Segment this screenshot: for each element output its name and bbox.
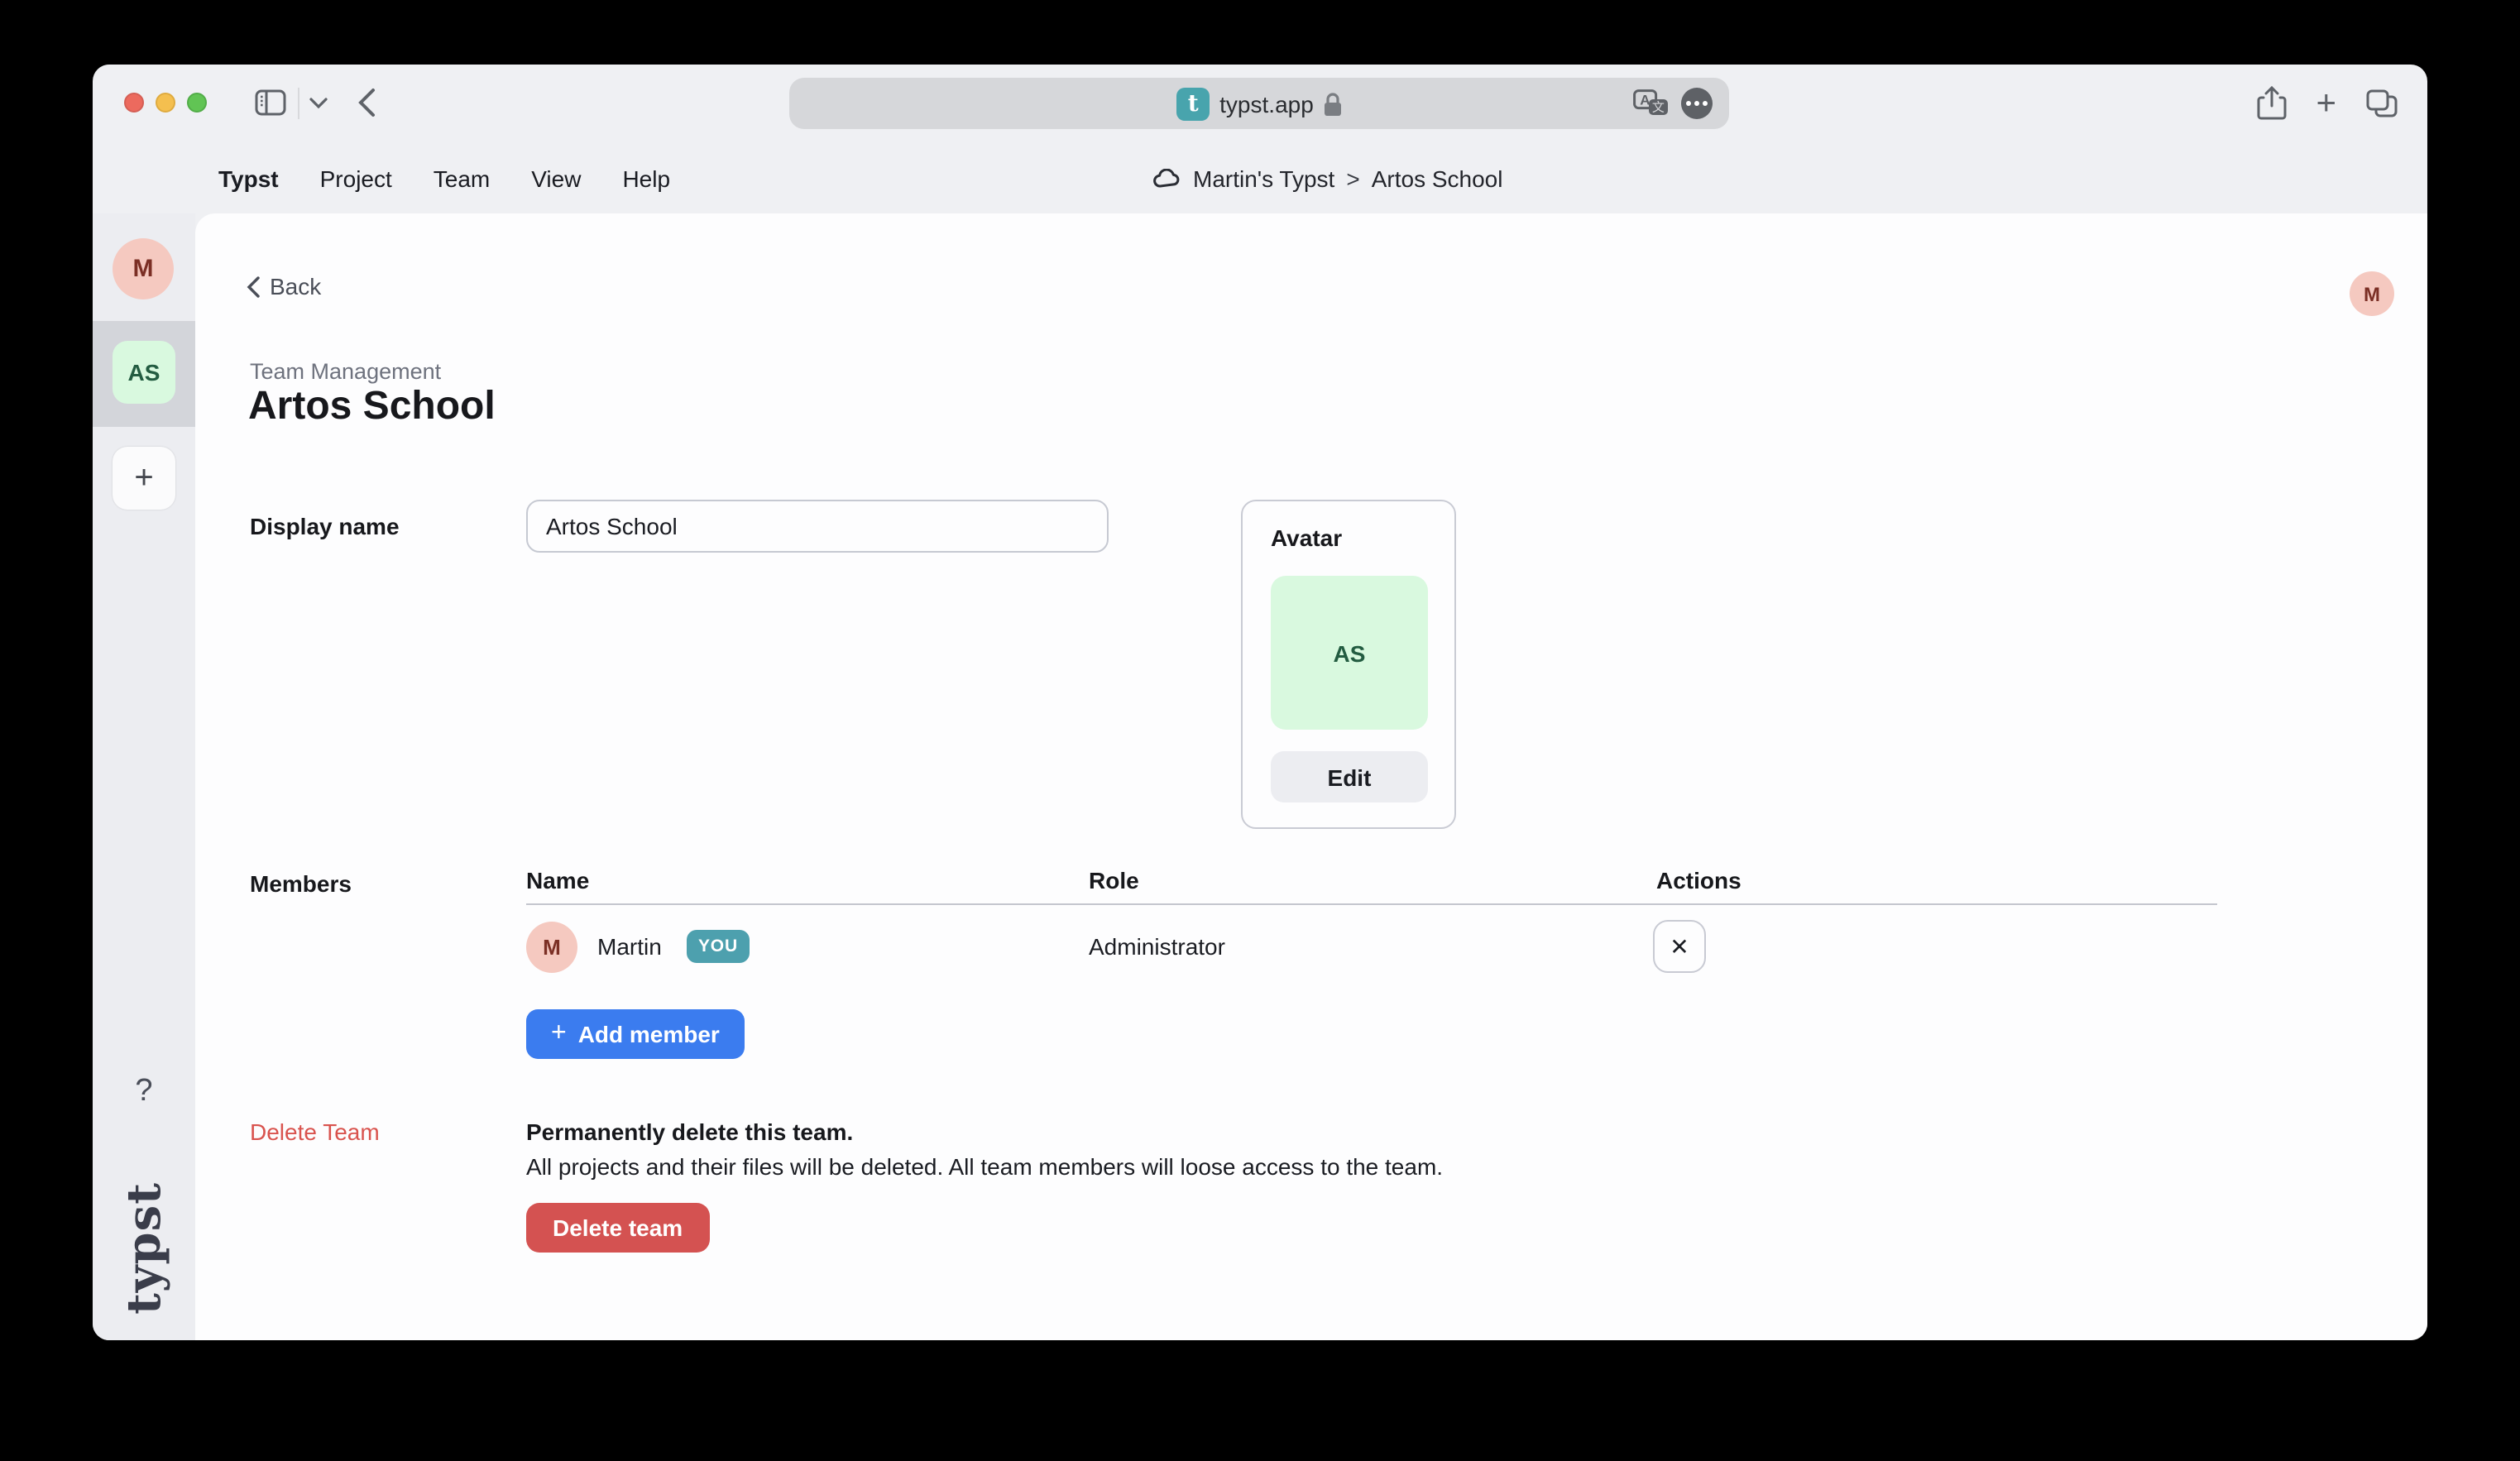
toolbar-divider	[298, 88, 299, 119]
back-button[interactable]: Back	[247, 273, 321, 299]
menu-typst[interactable]: Typst	[218, 165, 279, 191]
translate-icon[interactable]: A 文	[1633, 89, 1670, 117]
you-badge: YOU	[687, 930, 750, 963]
display-name-input[interactable]	[526, 500, 1109, 553]
tab-overview-icon[interactable]	[2366, 89, 2398, 117]
account-avatar[interactable]: M	[2350, 271, 2394, 316]
delete-team-button[interactable]: Delete team	[526, 1203, 709, 1253]
share-icon[interactable]	[2256, 86, 2286, 121]
column-header-role: Role	[1089, 867, 1139, 893]
svg-text:文: 文	[1652, 101, 1665, 115]
browser-titlebar: t typst.app A 文	[93, 65, 2427, 142]
avatar-card: Avatar AS Edit	[1241, 500, 1456, 829]
sidebar-user-avatar[interactable]: M	[113, 238, 174, 299]
address-bar[interactable]: t typst.app A 文	[789, 78, 1729, 129]
breadcrumb-separator: >	[1346, 165, 1359, 191]
display-name-label: Display name	[250, 513, 400, 539]
lock-icon	[1324, 92, 1342, 115]
member-avatar: M	[526, 922, 577, 973]
menu-help[interactable]: Help	[622, 165, 670, 191]
site-favicon: t	[1176, 87, 1210, 120]
section-label: Team Management	[250, 359, 441, 384]
chevron-down-icon[interactable]	[309, 98, 328, 109]
page-title: Artos School	[248, 384, 496, 430]
avatar-card-title: Avatar	[1271, 525, 1342, 551]
add-member-button[interactable]: + Add member	[526, 1009, 745, 1059]
browser-window: t typst.app A 文	[93, 65, 2427, 1340]
browser-back-icon[interactable]	[357, 88, 376, 117]
edit-avatar-button[interactable]: Edit	[1271, 751, 1428, 802]
breadcrumb-page: Artos School	[1372, 165, 1503, 191]
minimize-window-button[interactable]	[156, 93, 175, 113]
member-role: Administrator	[1089, 933, 1225, 960]
member-name: Martin	[597, 933, 662, 960]
members-label: Members	[250, 870, 352, 897]
page-settings-icon[interactable]	[1681, 88, 1713, 119]
column-header-name: Name	[526, 867, 589, 893]
typst-logo: typst	[93, 1165, 195, 1330]
breadcrumb: Martin's Typst > Artos School	[1153, 142, 1502, 213]
menu-view[interactable]: View	[531, 165, 581, 191]
cloud-icon	[1153, 168, 1181, 188]
delete-warning-body: All projects and their files will be del…	[526, 1153, 1443, 1180]
menu-project[interactable]: Project	[320, 165, 392, 191]
delete-team-label: Delete Team	[250, 1119, 380, 1145]
help-icon[interactable]: ?	[93, 1074, 195, 1110]
main-content: Back M Team Management Artos School Disp…	[195, 213, 2427, 1340]
delete-warning-title: Permanently delete this team.	[526, 1119, 853, 1145]
breadcrumb-team[interactable]: Martin's Typst	[1193, 165, 1334, 191]
back-label: Back	[270, 273, 321, 299]
add-member-label: Add member	[578, 1021, 720, 1047]
app-menubar: Typst Project Team View Help Martin's Ty…	[93, 142, 2427, 213]
address-url: typst.app	[1219, 90, 1314, 117]
remove-member-button[interactable]: ✕	[1653, 920, 1706, 973]
menu-team[interactable]: Team	[434, 165, 490, 191]
svg-text:A: A	[1640, 92, 1650, 108]
workspace-sidebar: M AS + ? typst	[93, 213, 195, 1340]
team-avatar-preview: AS	[1271, 576, 1428, 730]
close-window-button[interactable]	[124, 93, 144, 113]
zoom-window-button[interactable]	[187, 93, 207, 113]
sidebar-add-team-button[interactable]: +	[113, 447, 175, 510]
table-header-divider	[526, 903, 2217, 905]
sidebar-toggle-icon[interactable]	[255, 89, 286, 116]
new-tab-icon[interactable]: +	[2316, 86, 2336, 121]
column-header-actions: Actions	[1656, 867, 1741, 893]
plus-icon: +	[551, 1019, 567, 1049]
sidebar-team-avatar[interactable]: AS	[113, 341, 175, 404]
screenshot-root: t typst.app A 文	[0, 0, 2520, 1461]
